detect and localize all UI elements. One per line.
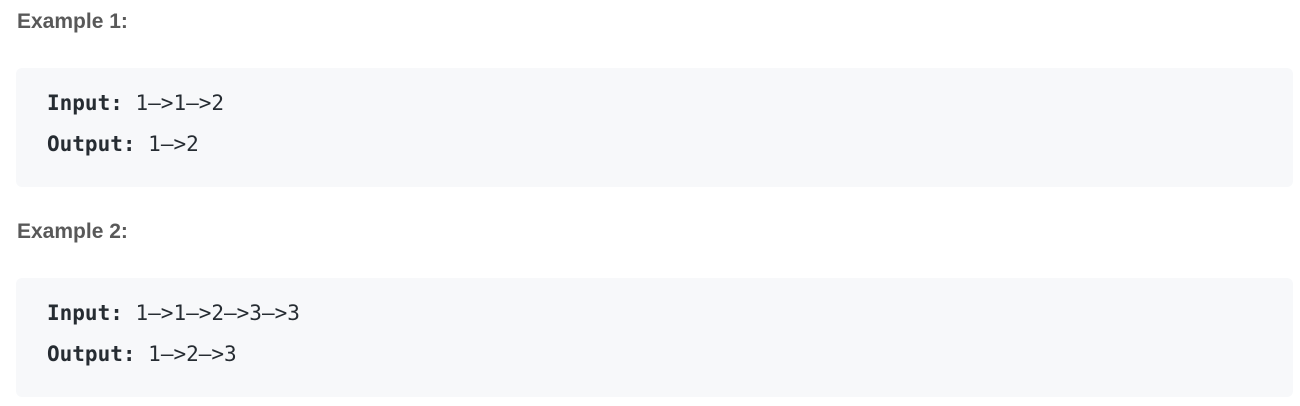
output-label: Output: xyxy=(47,342,136,366)
input-value: 1–>1–>2 xyxy=(135,91,225,115)
output-line: Output: 1–>2 xyxy=(47,132,199,156)
input-line: Input: 1–>1–>2 xyxy=(47,91,224,115)
output-value: 1–>2 xyxy=(148,132,199,156)
output-value: 1–>2–>3 xyxy=(148,342,237,366)
example-1-code-block: Input: 1–>1–>2 Output: 1–>2 xyxy=(16,68,1293,187)
example-2-heading: Example 2: xyxy=(17,220,128,243)
input-value: 1–>1–>2–>3–>3 xyxy=(135,301,300,325)
input-label: Input: xyxy=(47,91,123,115)
output-label: Output: xyxy=(47,132,136,156)
input-line: Input: 1–>1–>2–>3–>3 xyxy=(47,301,300,325)
output-line: Output: 1–>2–>3 xyxy=(47,342,237,366)
example-1-heading: Example 1: xyxy=(17,10,128,33)
example-2-code-block: Input: 1–>1–>2–>3–>3 Output: 1–>2–>3 xyxy=(16,278,1293,397)
input-label: Input: xyxy=(47,301,123,325)
